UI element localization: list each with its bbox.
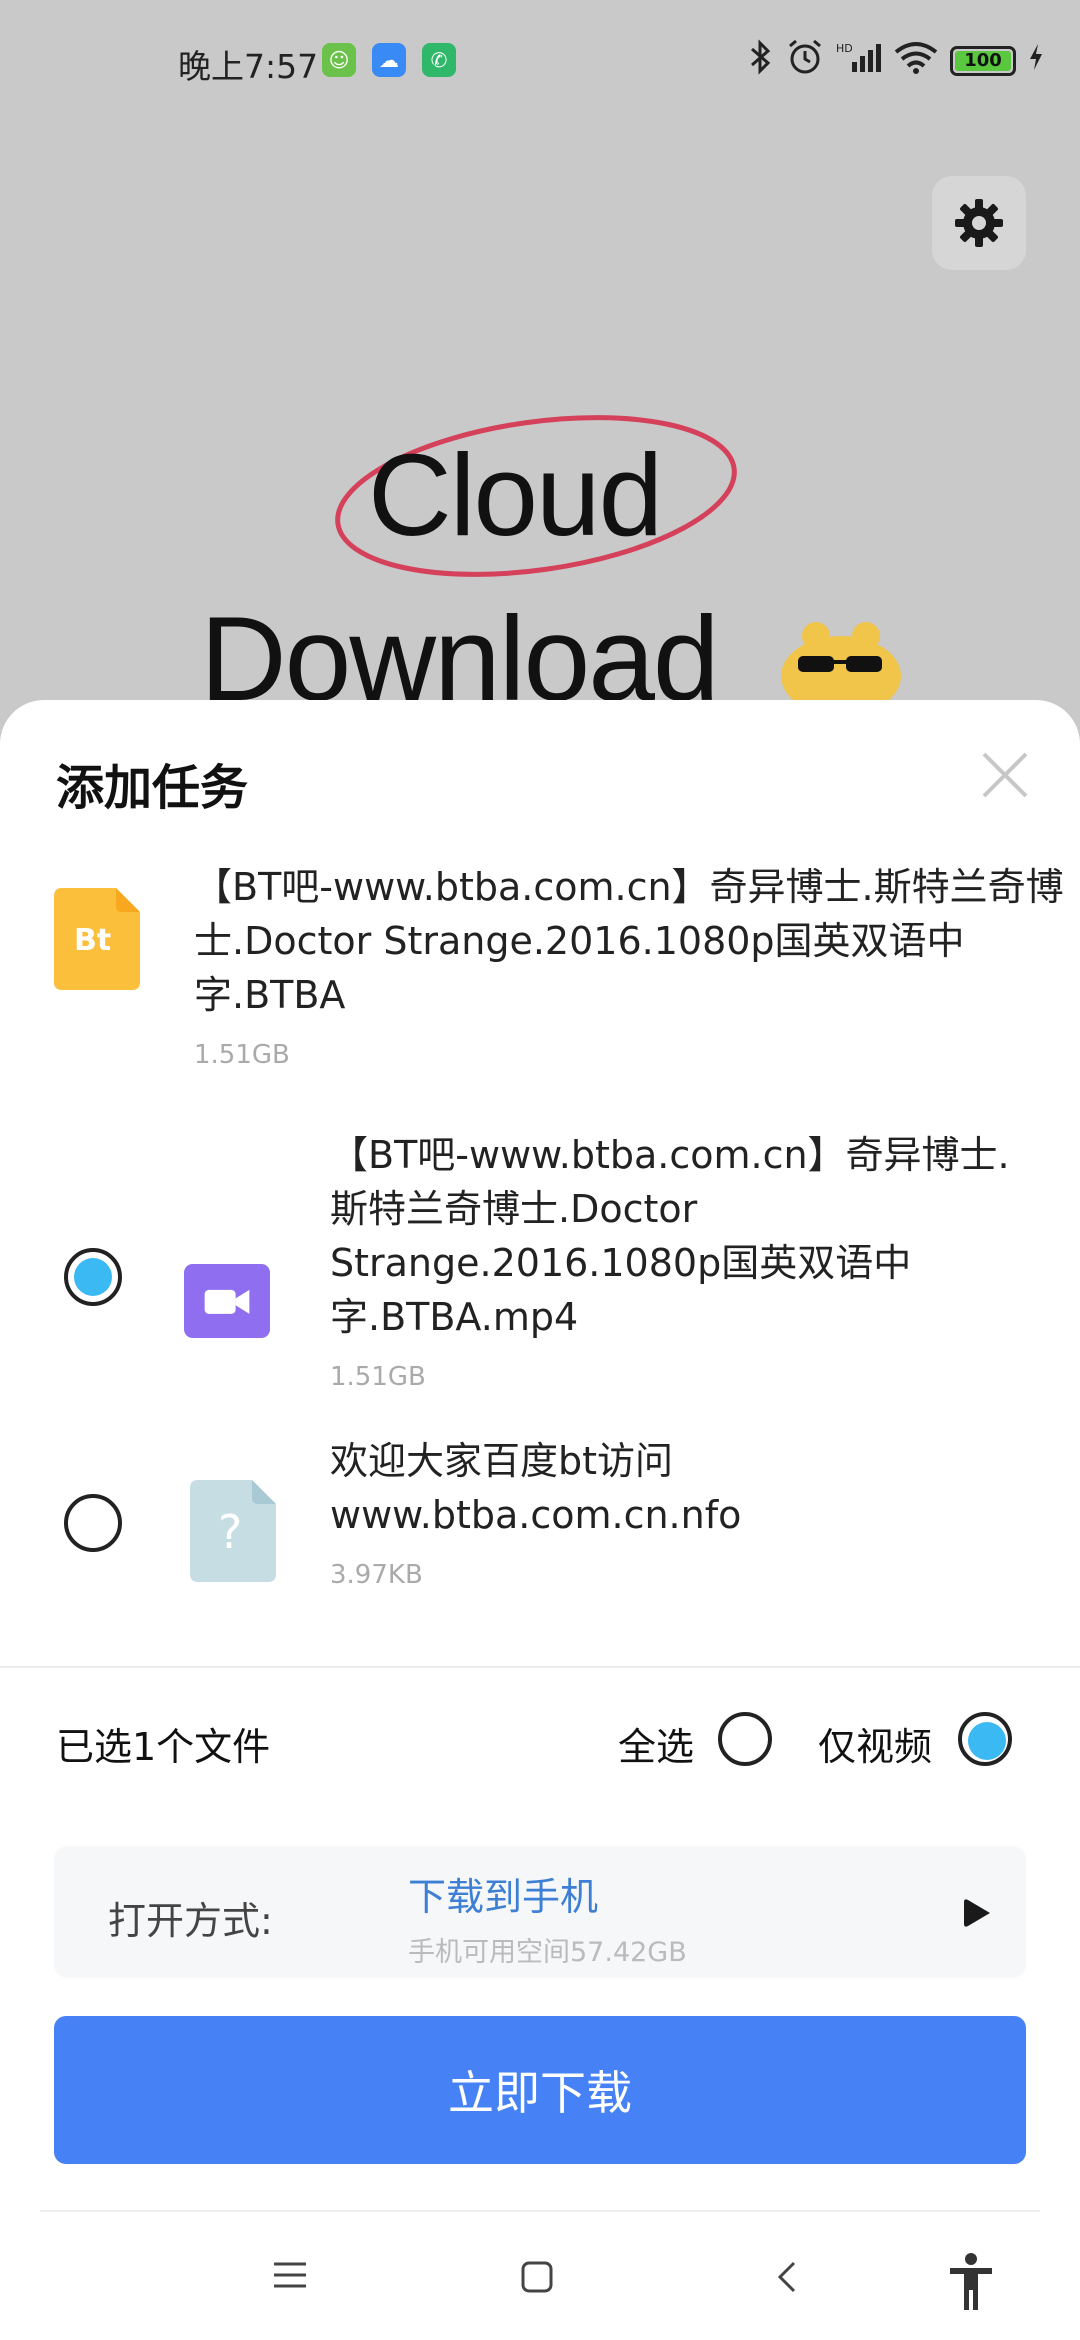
only-video-label: 仅视频 xyxy=(818,1725,933,1769)
divider xyxy=(0,1666,1080,1668)
signal-icon: HD xyxy=(836,40,882,82)
wifi-icon xyxy=(894,40,938,82)
file-checkbox-video[interactable] xyxy=(64,1248,122,1306)
selected-count: 已选1个文件 xyxy=(56,1725,271,1769)
select-all-label: 全选 xyxy=(618,1725,695,1769)
logo-cloud-text: Cloud xyxy=(368,430,663,560)
file-name-video: 【BT吧-www.btba.com.cn】奇异博士.斯特兰奇博士.Doctor … xyxy=(330,1133,1010,1339)
mascot-emoji-icon xyxy=(781,622,901,714)
svg-text:HD: HD xyxy=(836,42,853,55)
status-bar: 晚上7:57 ☺ ☁ ✆ HD 100 xyxy=(0,0,1080,120)
select-all-toggle[interactable]: 全选 xyxy=(618,1712,772,1771)
video-file-icon xyxy=(184,1264,270,1338)
charging-icon xyxy=(1028,42,1044,80)
only-video-radio[interactable] xyxy=(958,1712,1012,1766)
navigation-bar xyxy=(0,2212,1080,2340)
available-space: 手机可用空间57.42GB xyxy=(408,1937,687,1968)
cloud-app-icon: ☁ xyxy=(372,43,406,77)
file-item-nfo[interactable]: ? 欢迎大家百度bt访问www.btba.com.cn.nfo 3.97KB xyxy=(0,1438,1080,1638)
close-button[interactable] xyxy=(978,748,1032,802)
play-arrow-icon xyxy=(964,1899,990,1927)
bluetooth-icon xyxy=(748,39,774,83)
svg-text:?: ? xyxy=(218,1505,242,1559)
open-with-selector[interactable]: 打开方式: 下载到手机 手机可用空间57.42GB xyxy=(54,1846,1026,1978)
home-icon[interactable] xyxy=(520,2260,554,2294)
file-item-video[interactable]: 【BT吧-www.btba.com.cn】奇异博士.斯特兰奇博士.Doctor … xyxy=(0,1130,1080,1392)
file-checkbox-nfo[interactable] xyxy=(64,1494,122,1552)
torrent-name: 【BT吧-www.btba.com.cn】奇异博士.斯特兰奇博士.Doctor … xyxy=(194,865,1064,1017)
back-icon[interactable] xyxy=(776,2260,798,2294)
bt-file-icon: Bt xyxy=(54,888,140,990)
settings-button[interactable] xyxy=(932,176,1026,270)
alarm-icon xyxy=(786,38,824,84)
menu-icon[interactable] xyxy=(272,2260,308,2290)
battery-icon: 100 xyxy=(950,46,1016,76)
file-size-nfo: 3.97KB xyxy=(330,1560,423,1590)
download-now-button[interactable]: 立即下载 xyxy=(54,2016,1026,2164)
sheet-title: 添加任务 xyxy=(56,760,249,816)
torrent-header: Bt 【BT吧-www.btba.com.cn】奇异博士.斯特兰奇博士.Doct… xyxy=(54,865,1064,1070)
cat-app-icon: ☺ xyxy=(322,43,356,77)
accessibility-icon[interactable] xyxy=(946,2252,996,2312)
close-icon xyxy=(982,752,1028,798)
status-time: 晚上7:57 xyxy=(178,47,319,86)
file-size-video: 1.51GB xyxy=(330,1362,426,1392)
open-with-value: 下载到手机 xyxy=(408,1875,599,1919)
add-task-sheet: 添加任务 Bt 【BT吧-www.btba.com.cn】奇异博士.斯特兰奇博士… xyxy=(0,700,1080,2340)
status-icons: HD 100 xyxy=(748,38,1044,84)
file-name-nfo: 欢迎大家百度bt访问www.btba.com.cn.nfo xyxy=(330,1439,742,1537)
svg-text:Bt: Bt xyxy=(74,923,111,958)
only-video-toggle[interactable]: 仅视频 xyxy=(818,1712,1012,1771)
select-all-radio[interactable] xyxy=(718,1712,772,1766)
gear-icon xyxy=(955,199,1003,247)
open-with-label: 打开方式: xyxy=(108,1899,273,1943)
torrent-size: 1.51GB xyxy=(194,1040,290,1070)
battery-level: 100 xyxy=(964,50,1002,71)
phone-app-icon: ✆ xyxy=(422,43,456,77)
unknown-file-icon: ? xyxy=(190,1480,276,1582)
